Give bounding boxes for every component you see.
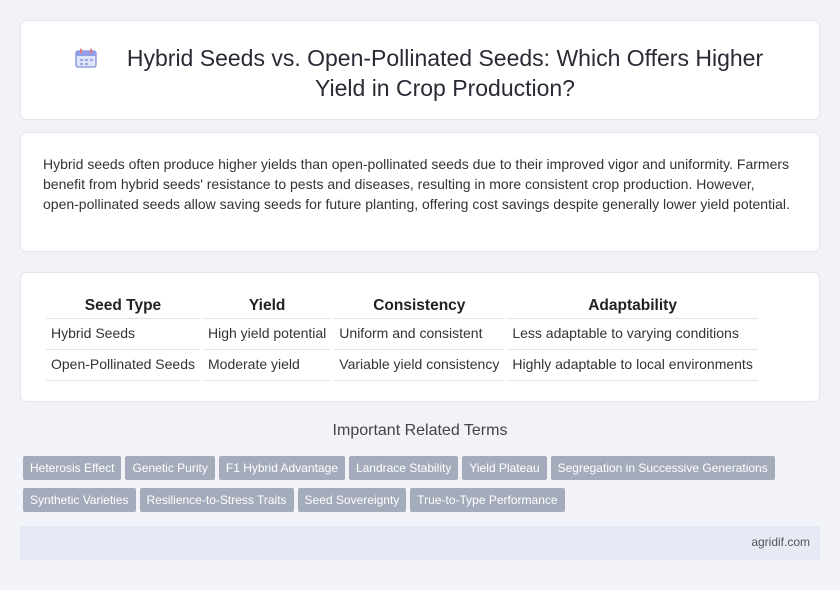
tag-yield-plateau[interactable]: Yield Plateau xyxy=(462,456,547,480)
related-terms-tags: Heterosis Effect Genetic Purity F1 Hybrid … xyxy=(23,456,823,520)
tag-segregation[interactable]: Segregation in Successive Generations xyxy=(550,456,775,480)
column-header: Consistency xyxy=(334,294,505,319)
tag-heterosis-effect[interactable]: Heterosis Effect xyxy=(23,456,122,480)
table-row: Hybrid Seeds High yield potential Unifor… xyxy=(46,319,758,350)
comparison-card: Seed Type Yield Consistency Adaptability… xyxy=(20,272,820,402)
table-row: Open-Pollinated Seeds Moderate yield Var… xyxy=(46,350,758,381)
tag-f1-hybrid-advantage[interactable]: F1 Hybrid Advantage xyxy=(218,456,345,480)
column-header: Seed Type xyxy=(46,294,200,319)
intro-card: Hybrid seeds often produce higher yields… xyxy=(20,132,820,252)
intro-paragraph: Hybrid seeds often produce higher yields… xyxy=(43,156,790,212)
tag-synthetic-varieties[interactable]: Synthetic Varieties xyxy=(23,488,136,512)
tag-resilience-traits[interactable]: Resilience-to-Stress Traits xyxy=(139,488,294,512)
site-name[interactable]: agridif.com xyxy=(751,535,810,549)
table-cell: Uniform and consistent xyxy=(334,319,505,350)
column-header: Adaptability xyxy=(507,294,758,319)
column-header: Yield xyxy=(203,294,332,319)
title-card: Hybrid Seeds vs. Open-Pollinated Seeds: … xyxy=(20,20,820,120)
table-cell: Highly adaptable to local environments xyxy=(507,350,758,381)
footer: agridif.com xyxy=(20,526,820,560)
tag-true-to-type[interactable]: True-to-Type Performance xyxy=(410,488,565,512)
table-cell: Variable yield consistency xyxy=(334,350,505,381)
comparison-table: Seed Type Yield Consistency Adaptability… xyxy=(43,294,761,381)
table-cell: Less adaptable to varying conditions xyxy=(507,319,758,350)
related-terms-heading: Important Related Terms xyxy=(332,422,508,439)
page-title: Hybrid Seeds vs. Open-Pollinated Seeds: … xyxy=(126,45,764,101)
table-cell: Open-Pollinated Seeds xyxy=(46,350,200,381)
tag-seed-sovereignty[interactable]: Seed Sovereignty xyxy=(297,488,407,512)
table-cell: Moderate yield xyxy=(203,350,332,381)
tag-genetic-purity[interactable]: Genetic Purity xyxy=(125,456,215,480)
table-cell: Hybrid Seeds xyxy=(46,319,200,350)
table-header-row: Seed Type Yield Consistency Adaptability xyxy=(46,294,758,319)
tag-landrace-stability[interactable]: Landrace Stability xyxy=(348,456,459,480)
table-cell: High yield potential xyxy=(203,319,332,350)
